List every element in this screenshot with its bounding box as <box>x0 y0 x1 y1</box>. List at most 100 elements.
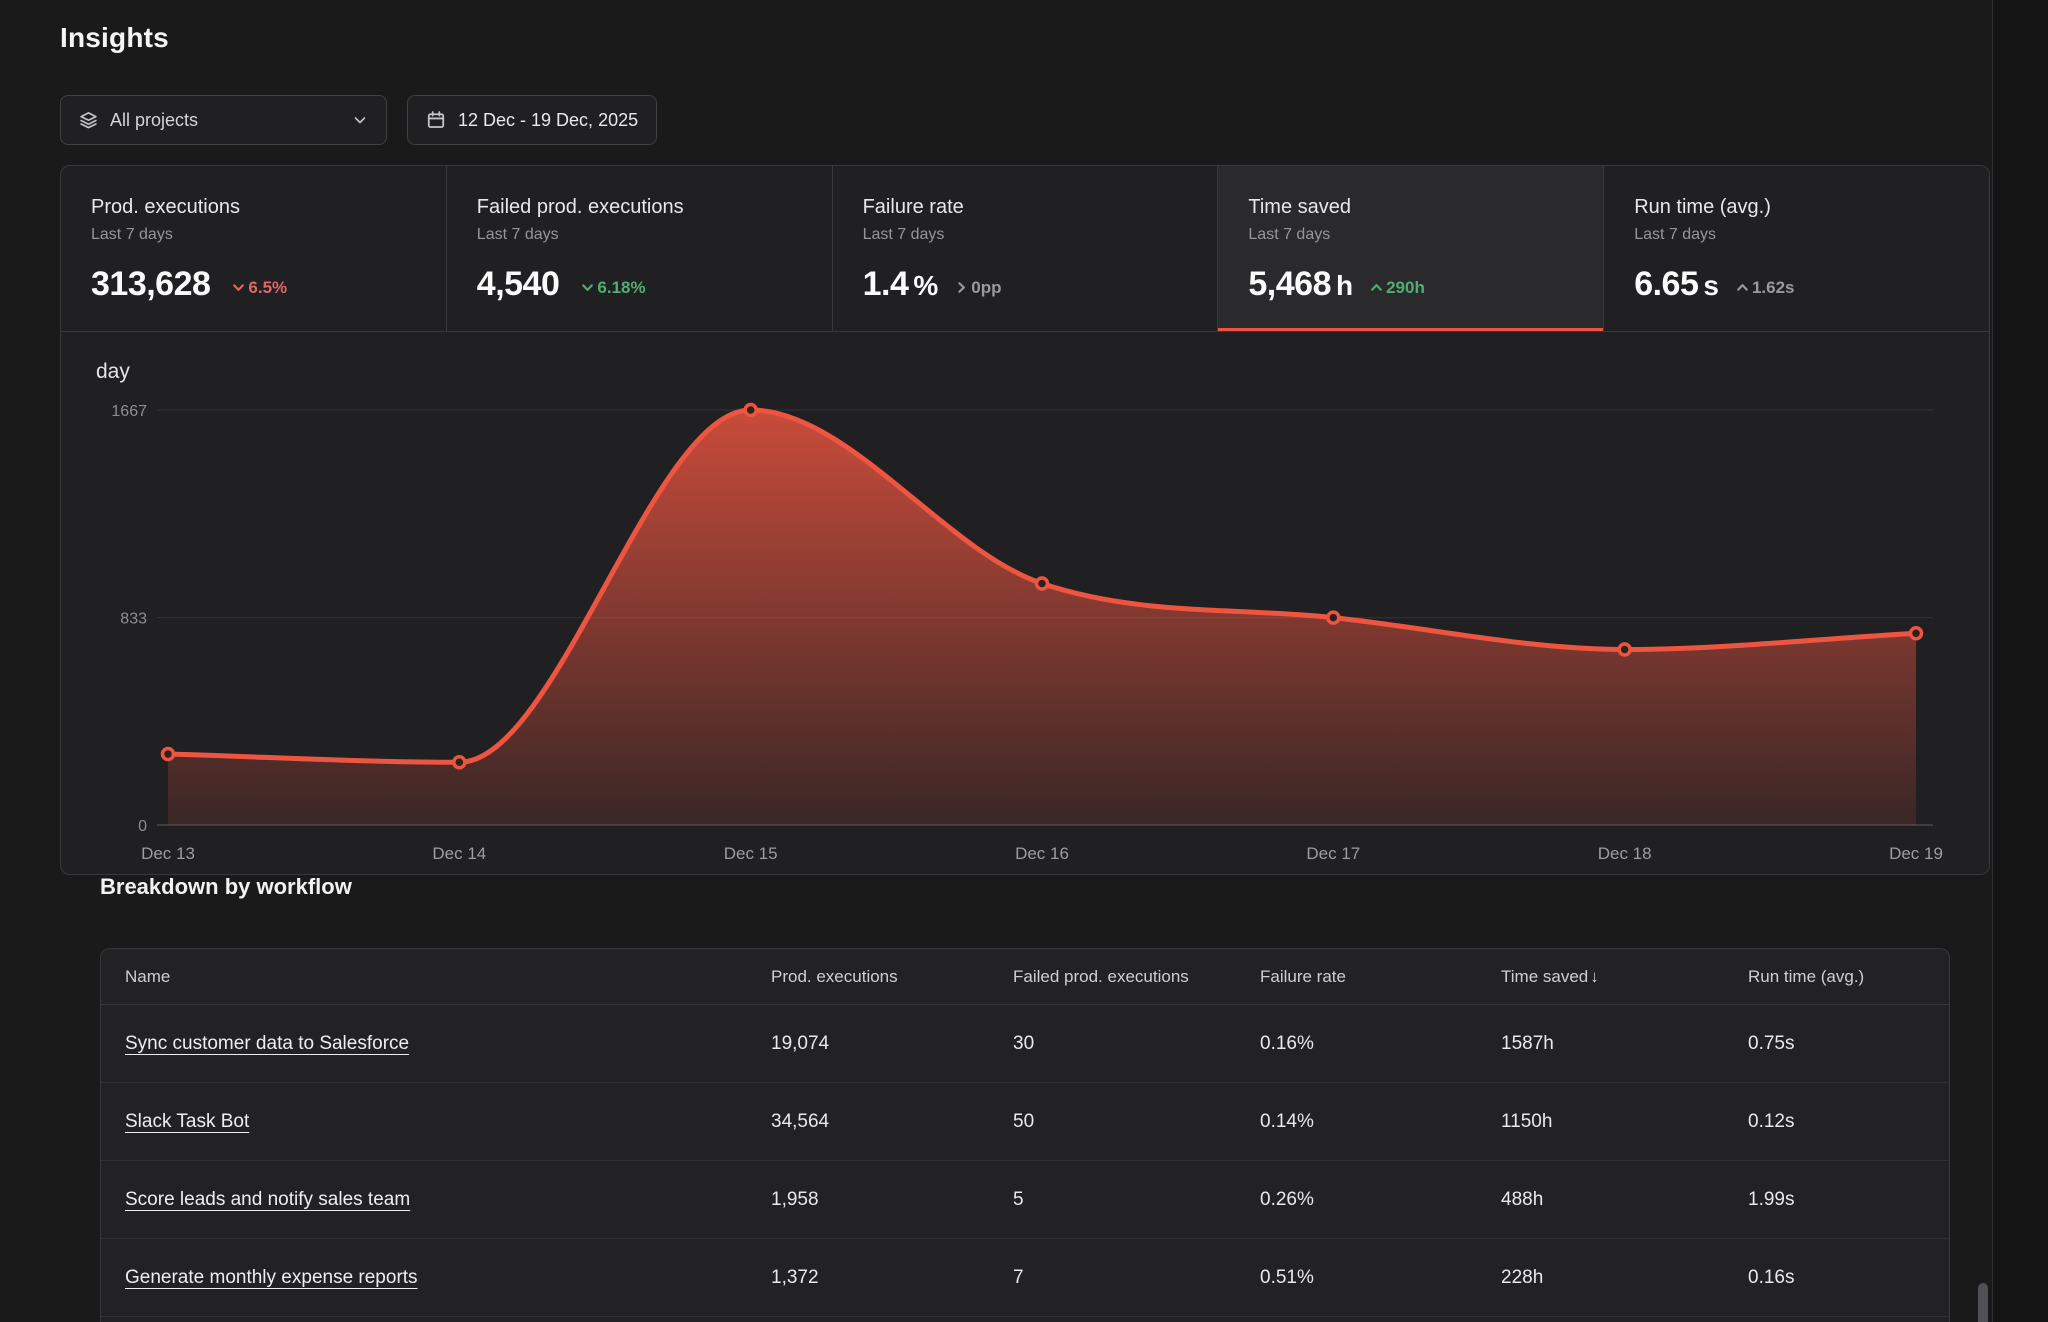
x-axis-tick: Dec 14 <box>432 844 486 863</box>
metric-card-prod-executions[interactable]: Prod. executions Last 7 days 313,628 6.5… <box>61 166 447 331</box>
chevron-down-icon <box>231 280 246 295</box>
failed-prod-executions-value: 30 <box>1013 1033 1260 1055</box>
workflow-link[interactable]: Generate monthly expense reports <box>125 1267 418 1288</box>
breakdown-section-title: Breakdown by workflow <box>100 874 352 900</box>
project-selector-value: All projects <box>110 110 198 131</box>
table-row: Generate monthly expense reports 1,372 7… <box>101 1239 1949 1317</box>
metric-delta: 290h <box>1369 278 1425 298</box>
chevron-down-icon <box>580 280 595 295</box>
chevron-up-icon <box>1369 280 1384 295</box>
failure-rate-value: 0.14% <box>1260 1111 1501 1133</box>
metric-title: Time saved <box>1248 196 1577 219</box>
metric-unit: h <box>1336 270 1353 302</box>
metric-unit: s <box>1703 270 1719 302</box>
metric-subtitle: Last 7 days <box>863 226 1192 244</box>
metric-delta: 0pp <box>954 278 1001 298</box>
metric-delta: 6.5% <box>231 278 287 298</box>
x-axis-tick: Dec 13 <box>141 844 195 863</box>
prod-executions-value: 1,372 <box>771 1267 1013 1289</box>
x-axis-tick: Dec 15 <box>724 844 778 863</box>
column-header-failure-rate[interactable]: Failure rate <box>1260 967 1501 987</box>
x-axis-tick: Dec 19 <box>1889 844 1943 863</box>
run-time-value: 0.16s <box>1748 1267 1949 1289</box>
data-point <box>745 405 756 416</box>
metric-subtitle: Last 7 days <box>91 226 420 244</box>
project-selector[interactable]: All projects <box>60 95 387 145</box>
table-row-partial <box>101 1317 1949 1322</box>
workflow-link[interactable]: Sync customer data to Salesforce <box>125 1033 409 1054</box>
right-edge-strip <box>1992 0 2048 1322</box>
metric-card-time-saved[interactable]: Time saved Last 7 days 5,468h 290h <box>1218 166 1604 331</box>
y-axis-tick: 833 <box>120 611 147 628</box>
filter-bar: All projects 12 Dec - 19 Dec, 2025 <box>60 95 657 145</box>
metric-value: 4,540 <box>477 265 560 304</box>
page-title: Insights <box>60 22 169 54</box>
metric-title: Run time (avg.) <box>1634 196 1963 219</box>
chevron-up-icon <box>1735 280 1750 295</box>
data-point <box>454 757 465 768</box>
chevron-down-icon <box>352 112 368 128</box>
time-saved-chart: day 08331667Dec 13Dec 14Dec 15Dec 16Dec … <box>61 332 1989 875</box>
table-row: Slack Task Bot 34,564 50 0.14% 1150h 0.1… <box>101 1083 1949 1161</box>
time-saved-value: 1150h <box>1501 1111 1748 1133</box>
time-saved-value: 228h <box>1501 1267 1748 1289</box>
prod-executions-value: 19,074 <box>771 1033 1013 1055</box>
failure-rate-value: 0.51% <box>1260 1267 1501 1289</box>
run-time-value: 0.75s <box>1748 1033 1949 1055</box>
metric-title: Failed prod. executions <box>477 196 806 219</box>
metric-value: 313,628 <box>91 265 210 304</box>
metric-delta: 1.62s <box>1735 278 1795 298</box>
column-header-failed-prod-executions[interactable]: Failed prod. executions <box>1013 967 1260 987</box>
column-header-time-saved[interactable]: Time saved↓ <box>1501 967 1748 987</box>
workflow-link[interactable]: Slack Task Bot <box>125 1111 249 1132</box>
table-header-row: Name Prod. executions Failed prod. execu… <box>101 949 1949 1005</box>
data-point <box>163 749 174 760</box>
failed-prod-executions-value: 7 <box>1013 1267 1260 1289</box>
failure-rate-value: 0.16% <box>1260 1033 1501 1055</box>
data-point <box>1328 612 1339 623</box>
table-row: Score leads and notify sales team 1,958 … <box>101 1161 1949 1239</box>
metric-title: Prod. executions <box>91 196 420 219</box>
failure-rate-value: 0.26% <box>1260 1189 1501 1211</box>
metric-value: 1.4 <box>863 265 909 304</box>
vertical-scrollbar[interactable] <box>1978 1283 1988 1322</box>
date-range-value: 12 Dec - 19 Dec, 2025 <box>458 110 638 131</box>
metric-value: 6.65 <box>1634 265 1698 304</box>
insights-panel: Prod. executions Last 7 days 313,628 6.5… <box>60 165 1990 875</box>
sort-descending-icon: ↓ <box>1590 967 1599 986</box>
column-header-name[interactable]: Name <box>125 967 771 987</box>
data-point <box>1037 578 1048 589</box>
metric-value: 5,468 <box>1248 265 1331 304</box>
prod-executions-value: 34,564 <box>771 1111 1013 1133</box>
y-axis-tick: 1667 <box>111 403 147 420</box>
chevron-right-icon <box>954 280 969 295</box>
metric-subtitle: Last 7 days <box>1634 226 1963 244</box>
x-axis-tick: Dec 17 <box>1306 844 1360 863</box>
metric-unit: % <box>913 270 938 302</box>
run-time-value: 1.99s <box>1748 1189 1949 1211</box>
metric-card-failed-prod-executions[interactable]: Failed prod. executions Last 7 days 4,54… <box>447 166 833 331</box>
time-saved-value: 488h <box>1501 1189 1748 1211</box>
date-range-button[interactable]: 12 Dec - 19 Dec, 2025 <box>407 95 657 145</box>
metric-card-run-time[interactable]: Run time (avg.) Last 7 days 6.65s 1.62s <box>1604 166 1989 331</box>
layers-icon <box>79 111 98 130</box>
column-header-prod-executions[interactable]: Prod. executions <box>771 967 1013 987</box>
metric-subtitle: Last 7 days <box>1248 226 1577 244</box>
run-time-value: 0.12s <box>1748 1111 1949 1133</box>
metric-subtitle: Last 7 days <box>477 226 806 244</box>
data-point <box>1619 644 1630 655</box>
metric-card-row: Prod. executions Last 7 days 313,628 6.5… <box>61 166 1989 332</box>
metric-card-failure-rate[interactable]: Failure rate Last 7 days 1.4% 0pp <box>833 166 1219 331</box>
x-axis-tick: Dec 18 <box>1598 844 1652 863</box>
workflow-link[interactable]: Score leads and notify sales team <box>125 1189 410 1210</box>
area-chart-svg: 0 833 1667 Dec 13 Dec 14 Dec 15 Dec 16 Dec 17 De… <box>61 332 1990 875</box>
failed-prod-executions-value: 50 <box>1013 1111 1260 1133</box>
workflow-breakdown-table: Name Prod. executions Failed prod. execu… <box>100 948 1950 1322</box>
column-header-run-time[interactable]: Run time (avg.) <box>1748 967 1949 987</box>
failed-prod-executions-value: 5 <box>1013 1189 1260 1211</box>
y-axis-tick: 0 <box>138 818 147 835</box>
data-point <box>1911 628 1922 639</box>
x-axis-tick: Dec 16 <box>1015 844 1069 863</box>
prod-executions-value: 1,958 <box>771 1189 1013 1211</box>
time-saved-value: 1587h <box>1501 1033 1748 1055</box>
